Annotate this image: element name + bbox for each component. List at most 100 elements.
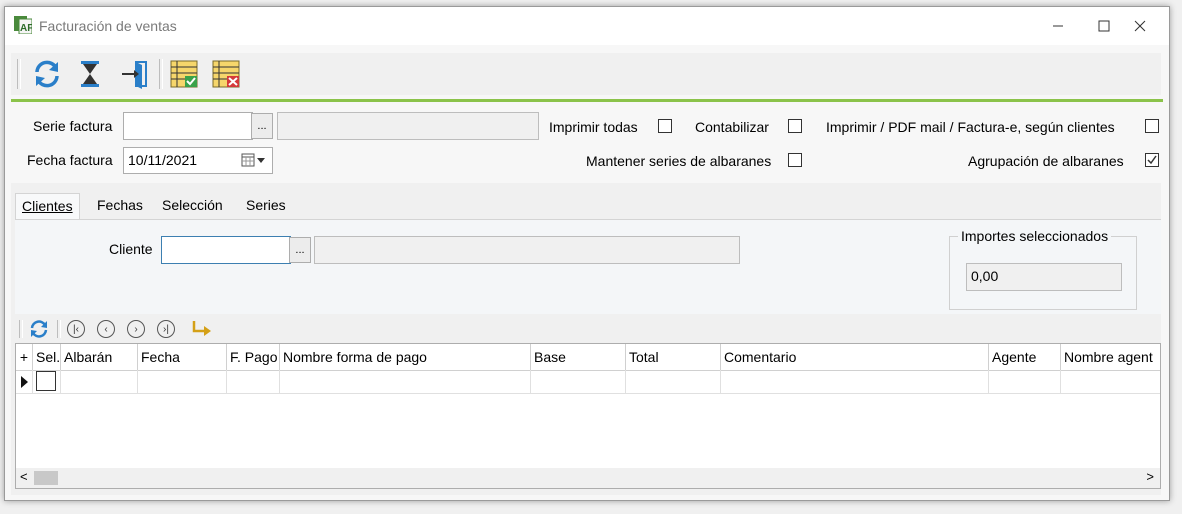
serie-factura-input[interactable] <box>123 112 253 140</box>
cliente-description <box>314 236 740 264</box>
table-row-comentario-cell[interactable] <box>721 370 989 394</box>
agrupacion-albaranes-checkbox[interactable] <box>1145 153 1159 167</box>
last-icon: ›| <box>163 323 169 335</box>
table-row-nombre-fpago-cell[interactable] <box>280 370 531 394</box>
refresh-icon <box>30 320 48 338</box>
fecha-factura-value: 10/11/2021 <box>128 152 198 168</box>
col-fecha[interactable]: Fecha <box>138 344 227 370</box>
main-toolbar <box>11 53 1161 95</box>
nav-separator <box>57 320 61 338</box>
hourglass-icon <box>81 61 99 87</box>
table-row-nombre-agente-cell[interactable] <box>1061 370 1160 394</box>
table-row-total-cell[interactable] <box>626 370 721 394</box>
table-row-sel-cell[interactable] <box>33 370 61 394</box>
title-bar[interactable]: AF Facturación de ventas <box>5 7 1169 45</box>
refresh-icon <box>35 60 59 88</box>
nav-grip[interactable] <box>19 320 23 338</box>
contabilizar-label: Contabilizar <box>695 119 769 135</box>
first-icon: |‹ <box>73 323 79 335</box>
scroll-right-icon[interactable]: > <box>1146 469 1154 484</box>
table-row-base-cell[interactable] <box>531 370 626 394</box>
row-select-checkbox[interactable] <box>36 371 56 391</box>
last-record-button[interactable]: ›| <box>157 320 175 338</box>
imprimir-todas-checkbox[interactable] <box>658 119 672 133</box>
select-all-button[interactable] <box>168 58 200 90</box>
next-icon: › <box>134 323 138 335</box>
contabilizar-checkbox[interactable] <box>788 119 802 133</box>
cliente-lookup-button[interactable]: ... <box>289 237 311 263</box>
grid-refresh-button[interactable] <box>29 319 49 342</box>
minimize-button[interactable] <box>1035 11 1081 41</box>
imprimir-pdf-label: Imprimir / PDF mail / Factura-e, según c… <box>826 119 1115 135</box>
grid-header: + Sel. Albarán Fecha F. Pago Nombre form… <box>16 344 1160 371</box>
scroll-thumb[interactable] <box>34 471 58 485</box>
tab-series-label: Series <box>246 197 286 213</box>
importes-value: 0,00 <box>966 263 1122 291</box>
serie-factura-lookup-button[interactable]: ... <box>251 113 273 139</box>
tab-clientes-label: Clientes <box>22 198 73 214</box>
tab-series[interactable]: Series <box>240 193 292 219</box>
tab-fechas[interactable]: Fechas <box>91 193 149 219</box>
table-row-agente-cell[interactable] <box>989 370 1061 394</box>
svg-text:AF: AF <box>20 23 32 34</box>
horizontal-scrollbar[interactable]: < > <box>16 468 1160 488</box>
turn-arrow-icon <box>192 321 211 336</box>
imprimir-pdf-checkbox[interactable] <box>1145 119 1159 133</box>
prev-icon: ‹ <box>104 323 108 335</box>
deselect-all-button[interactable] <box>210 58 242 90</box>
table-row-albaran-cell[interactable] <box>61 370 138 394</box>
toolbar-grip[interactable] <box>17 59 21 89</box>
accent-line <box>11 99 1163 102</box>
row-indicator[interactable] <box>16 370 33 394</box>
tab-clientes[interactable]: Clientes <box>15 193 80 222</box>
check-icon <box>1147 155 1157 165</box>
col-total[interactable]: Total <box>626 344 721 370</box>
next-record-button[interactable]: › <box>127 320 145 338</box>
calendar-dropdown-icon[interactable] <box>241 153 267 169</box>
scroll-left-icon[interactable]: < <box>20 469 28 484</box>
col-comentario[interactable]: Comentario <box>721 344 989 370</box>
window-title: Facturación de ventas <box>39 18 177 34</box>
importes-groupbox: Importes seleccionados 0,00 <box>949 228 1137 310</box>
goto-button[interactable] <box>191 319 213 342</box>
col-sel[interactable]: Sel. <box>33 344 61 370</box>
maximize-icon <box>1098 20 1110 32</box>
tab-seleccion[interactable]: Selección <box>156 193 229 219</box>
exit-button[interactable] <box>119 58 151 90</box>
mantener-series-label: Mantener series de albaranes <box>586 153 772 169</box>
col-albaran[interactable]: Albarán <box>61 344 138 370</box>
prev-record-button[interactable]: ‹ <box>97 320 115 338</box>
close-button[interactable] <box>1117 11 1163 41</box>
toolbar-separator <box>159 59 163 89</box>
window: AF Facturación de ventas <box>4 6 1170 501</box>
close-icon <box>1134 20 1146 32</box>
cliente-input[interactable] <box>161 236 291 264</box>
col-nombre-agente[interactable]: Nombre agent <box>1061 344 1160 370</box>
agrupacion-albaranes-label: Agrupación de albaranes <box>968 153 1124 169</box>
table-row-fecha-cell[interactable] <box>138 370 227 394</box>
tab-seleccion-label: Selección <box>162 197 223 213</box>
col-fpago[interactable]: F. Pago <box>227 344 280 370</box>
current-row-icon <box>21 376 28 388</box>
minimize-icon <box>1053 25 1063 27</box>
clientes-panel: Cliente ... Importes seleccionados 0,00 <box>15 219 1161 314</box>
list-cancel-icon <box>212 60 240 88</box>
serie-factura-description <box>277 112 539 140</box>
process-button[interactable] <box>74 58 106 90</box>
add-row-button[interactable]: + <box>16 344 33 370</box>
albaranes-grid: + Sel. Albarán Fecha F. Pago Nombre form… <box>15 343 1161 489</box>
albaran-factura-icon: AF <box>14 16 32 34</box>
fecha-factura-label: Fecha factura <box>27 152 113 168</box>
list-check-icon <box>170 60 198 88</box>
first-record-button[interactable]: |‹ <box>67 320 85 338</box>
exit-door-icon <box>122 61 147 89</box>
mantener-series-checkbox[interactable] <box>788 153 802 167</box>
table-row-fpago-cell[interactable] <box>227 370 280 394</box>
col-nombre-forma-pago[interactable]: Nombre forma de pago <box>280 344 531 370</box>
importes-label: Importes seleccionados <box>958 228 1112 244</box>
tabs-container: Clientes Fechas Selección Series Cliente… <box>11 183 1161 495</box>
cliente-label: Cliente <box>109 241 153 257</box>
col-base[interactable]: Base <box>531 344 626 370</box>
col-agente[interactable]: Agente <box>989 344 1061 370</box>
refresh-button[interactable] <box>31 58 63 90</box>
